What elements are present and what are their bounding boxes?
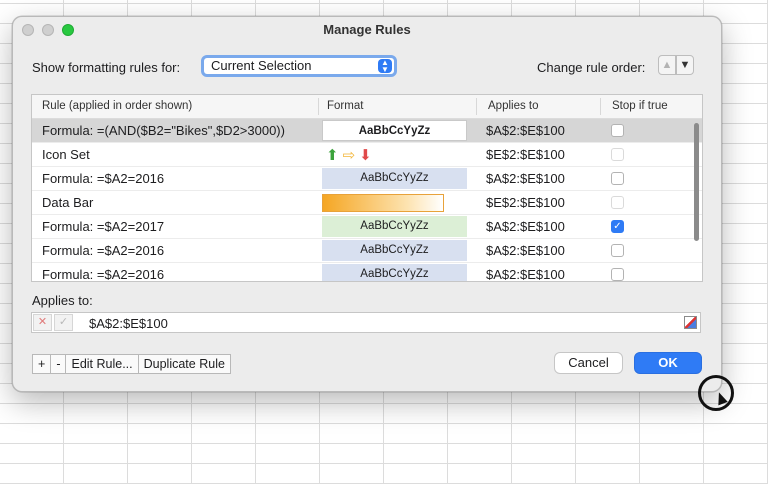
table-row[interactable]: Formula: =$A2=2017 AaBbCcYyZz $A$2:$E$10… bbox=[32, 215, 702, 239]
table-row[interactable]: Formula: =(AND($B2="Bikes",$D2>3000)) Aa… bbox=[32, 119, 702, 143]
stop-if-true-checkbox[interactable] bbox=[611, 268, 624, 281]
manage-rules-dialog: Manage Rules Show formatting rules for: … bbox=[12, 16, 722, 392]
applies-cell: $A$2:$E$100 bbox=[486, 267, 565, 282]
stop-if-true-checkbox-disabled bbox=[611, 148, 624, 161]
stop-if-true-checkbox[interactable] bbox=[611, 244, 624, 257]
header-stop-if-true: Stop if true bbox=[612, 100, 668, 112]
duplicate-rule-button[interactable]: Duplicate Rule bbox=[137, 354, 231, 374]
remove-rule-button[interactable]: - bbox=[50, 354, 67, 374]
table-header: Rule (applied in order shown) Format App… bbox=[32, 95, 702, 119]
stop-if-true-checkbox[interactable] bbox=[611, 124, 624, 137]
format-preview: AaBbCcYyZz bbox=[322, 216, 467, 237]
show-rules-select[interactable]: Current Selection ▲ ▼ bbox=[201, 55, 397, 77]
table-scrollbar[interactable] bbox=[692, 119, 700, 279]
stop-if-true-checkbox-disabled bbox=[611, 196, 624, 209]
range-picker-icon[interactable] bbox=[684, 316, 697, 329]
header-rule: Rule (applied in order shown) bbox=[42, 100, 193, 112]
move-rule-up-button[interactable]: ▲ bbox=[658, 55, 676, 75]
format-preview: AaBbCcYyZz bbox=[322, 240, 467, 261]
applies-cell: $A$2:$E$100 bbox=[486, 123, 565, 138]
header-divider bbox=[318, 98, 319, 115]
applies-cell: $E$2:$E$100 bbox=[486, 147, 565, 162]
applies-cell: $A$2:$E$100 bbox=[486, 219, 565, 234]
rules-table: Rule (applied in order shown) Format App… bbox=[31, 94, 703, 282]
applies-to-label: Applies to: bbox=[32, 293, 93, 308]
format-preview: AaBbCcYyZz bbox=[322, 120, 467, 141]
rule-cell: Formula: =$A2=2016 bbox=[42, 267, 165, 282]
show-rules-label: Show formatting rules for: bbox=[32, 60, 181, 75]
select-stepper-icon: ▲ ▼ bbox=[378, 59, 392, 74]
add-rule-button[interactable]: + bbox=[32, 354, 52, 374]
icon-set-preview: ⬆⇨⬇ bbox=[326, 146, 376, 164]
header-applies-to: Applies to bbox=[488, 100, 539, 112]
applies-to-field[interactable]: ✕ ✓ $A$2:$E$100 bbox=[31, 312, 701, 333]
scrollbar-thumb[interactable] bbox=[694, 123, 699, 241]
header-divider bbox=[600, 98, 601, 115]
rule-cell: Data Bar bbox=[42, 195, 94, 210]
edit-rule-button[interactable]: Edit Rule... bbox=[65, 354, 139, 374]
header-divider bbox=[476, 98, 477, 115]
cancel-button[interactable]: Cancel bbox=[554, 352, 623, 374]
rule-actions: + - Edit Rule... Duplicate Rule bbox=[32, 354, 231, 374]
applies-to-value[interactable]: $A$2:$E$100 bbox=[89, 316, 168, 331]
applies-cell: $E$2:$E$100 bbox=[486, 195, 565, 210]
applies-cell: $A$2:$E$100 bbox=[486, 243, 565, 258]
format-preview: AaBbCcYyZz bbox=[322, 264, 467, 281]
stop-if-true-checkbox-checked[interactable]: ✓ bbox=[611, 220, 624, 233]
header-format: Format bbox=[327, 100, 364, 112]
table-row[interactable]: Data Bar $E$2:$E$100 bbox=[32, 191, 702, 215]
dialog-title: Manage Rules bbox=[323, 22, 411, 37]
rule-cell: Formula: =(AND($B2="Bikes",$D2>3000)) bbox=[42, 123, 285, 138]
stop-if-true-checkbox[interactable] bbox=[611, 172, 624, 185]
cancel-edit-icon[interactable]: ✕ bbox=[33, 314, 52, 331]
red-down-arrow-icon: ⬇ bbox=[359, 147, 376, 164]
ok-button[interactable]: OK bbox=[634, 352, 702, 374]
table-row[interactable]: Formula: =$A2=2016 AaBbCcYyZz $A$2:$E$10… bbox=[32, 263, 702, 282]
rule-cell: Formula: =$A2=2016 bbox=[42, 243, 165, 258]
table-row[interactable]: Formula: =$A2=2016 AaBbCcYyZz $A$2:$E$10… bbox=[32, 239, 702, 263]
confirm-edit-icon[interactable]: ✓ bbox=[54, 314, 73, 331]
rule-cell: Icon Set bbox=[42, 147, 90, 162]
yellow-right-arrow-icon: ⇨ bbox=[342, 147, 360, 164]
rule-cell: Formula: =$A2=2016 bbox=[42, 171, 165, 186]
move-rule-down-button[interactable]: ▼ bbox=[676, 55, 694, 75]
applies-cell: $A$2:$E$100 bbox=[486, 171, 565, 186]
green-up-arrow-icon: ⬆ bbox=[326, 147, 343, 164]
rule-order-label: Change rule order: bbox=[537, 60, 646, 75]
show-rules-selected-value: Current Selection bbox=[211, 58, 312, 73]
table-row[interactable]: Icon Set ⬆⇨⬇ $E$2:$E$100 bbox=[32, 143, 702, 167]
data-bar-preview bbox=[322, 194, 444, 212]
table-row[interactable]: Formula: =$A2=2016 AaBbCcYyZz $A$2:$E$10… bbox=[32, 167, 702, 191]
format-preview: AaBbCcYyZz bbox=[322, 168, 467, 189]
rule-cell: Formula: =$A2=2017 bbox=[42, 219, 165, 234]
